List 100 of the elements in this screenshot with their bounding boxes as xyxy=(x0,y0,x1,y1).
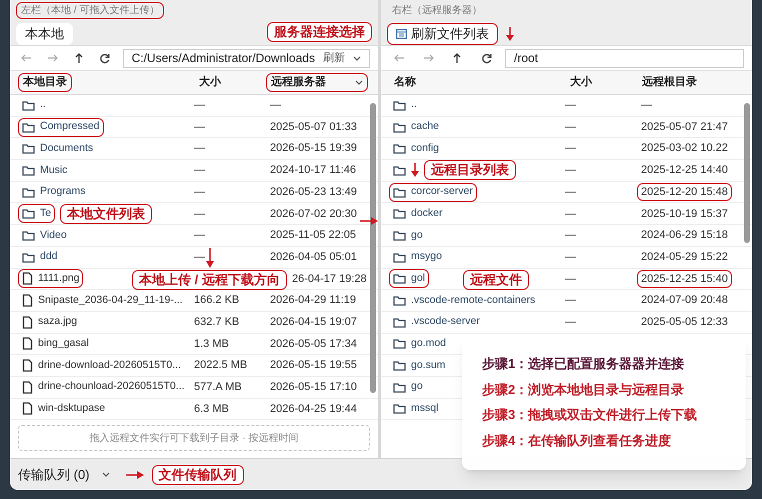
path-field[interactable]: /root xyxy=(505,48,744,68)
pane-caption: 左栏（本地 / 可拖入文件上传） xyxy=(16,2,164,18)
file-name: corcor-server xyxy=(411,184,473,200)
file-name: Programs xyxy=(40,184,86,200)
file-name: saza.jpg xyxy=(38,314,78,330)
file-size: — xyxy=(565,250,576,265)
file-size: — xyxy=(565,163,576,178)
folder-icon xyxy=(393,382,406,393)
file-row[interactable]: 1111.png 本地上传 / 远程下载方向 26-04-17 19:28 xyxy=(10,268,378,290)
file-date: 2025-12-25 15:40 xyxy=(637,270,732,288)
file-row[interactable]: msygo — 2024-05-29 15:22 xyxy=(381,246,752,268)
file-icon xyxy=(22,380,33,394)
file-date: 2024-10-17 11:46 xyxy=(269,163,358,178)
callout-label: 本地文件列表 xyxy=(60,204,152,224)
file-date: 2025-10-19 15:37 xyxy=(640,206,729,222)
chevron-down-icon xyxy=(352,56,361,60)
file-size: — xyxy=(565,272,576,287)
file-name: win-dsktupase xyxy=(38,401,106,416)
file-icon xyxy=(22,337,33,350)
folder-icon xyxy=(393,403,406,414)
file-date: — xyxy=(640,98,653,114)
file-name: Snipaste_2036-04-29_11-19-... xyxy=(38,292,183,308)
file-row[interactable]: Te 本地文件列表 — 2026-07-02 20:30 xyxy=(10,203,378,226)
column-header[interactable]: 远程服务器 xyxy=(266,73,368,92)
file-date: 2026-05-05 17:34 xyxy=(269,336,358,352)
file-date: 2026-07-02 20:30 xyxy=(269,206,358,222)
file-size: 577.A MB xyxy=(194,380,242,396)
chevron-down-icon xyxy=(102,472,110,477)
file-icon xyxy=(22,316,33,329)
column-header[interactable]: 远程根目录 xyxy=(637,73,702,92)
folder-icon xyxy=(393,208,406,220)
file-size: — xyxy=(194,141,205,156)
file-date: 2024-06-29 15:18 xyxy=(640,228,729,244)
file-name: Te xyxy=(40,206,52,221)
file-size: — xyxy=(565,184,576,200)
folder-icon xyxy=(22,186,35,198)
tab[interactable]: 刷新文件列表 xyxy=(387,23,498,45)
file-size: — xyxy=(565,120,576,135)
column-header[interactable]: 本地目录 xyxy=(18,73,72,92)
file-size: — xyxy=(194,98,205,114)
drop-zone[interactable]: 拖入远程文件实行可下载到子目录 · 按远程时间 xyxy=(18,425,370,452)
folder-icon xyxy=(393,295,406,306)
file-date: 2026-05-23 13:49 xyxy=(269,184,358,200)
file-name: cache xyxy=(411,119,440,134)
file-date: — xyxy=(269,98,282,114)
file-name: go xyxy=(411,228,423,243)
folder-icon xyxy=(22,252,35,263)
file-date: 2025-11-05 22:05 xyxy=(269,228,358,244)
file-size: — xyxy=(194,163,205,178)
file-date: 2025-12-20 15:48 xyxy=(637,182,732,202)
file-size: 6.3 MB xyxy=(194,402,229,417)
file-size: — xyxy=(565,141,576,156)
callout-label: 远程文件 xyxy=(463,270,529,290)
file-name: drine-download-20260515T0... xyxy=(38,358,182,373)
step-text: 步骤3：拖拽或双击文件进行上传下载 xyxy=(482,406,698,424)
file-date: 2025-12-25 14:40 xyxy=(640,163,729,178)
file-size: 1.3 MB xyxy=(194,336,229,352)
column-header[interactable]: 大小 xyxy=(194,73,226,92)
file-size: — xyxy=(194,184,205,200)
transfer-queue-toggle[interactable]: 传输队列 (0) xyxy=(18,464,110,484)
folder-icon xyxy=(393,186,406,198)
file-size: — xyxy=(565,228,576,244)
file-name: msygo xyxy=(411,249,442,264)
folder-icon xyxy=(393,316,406,328)
file-row[interactable]: .vscode-remote-containers — 2024-07-09 20:48 xyxy=(381,290,752,312)
file-name: ddd xyxy=(40,249,58,264)
column-header[interactable]: 大小 xyxy=(565,73,597,92)
file-size: — xyxy=(194,120,205,135)
file-date: 2024-05-29 15:22 xyxy=(640,250,729,265)
file-icon xyxy=(22,272,33,286)
file-size: — xyxy=(194,206,205,222)
file-date: 2026-05-15 17:10 xyxy=(269,380,358,396)
tab[interactable]: 本本地 xyxy=(16,23,73,45)
step-text: 步骤2：浏览本地地目录与远程目录 xyxy=(482,380,686,398)
file-row[interactable]: gol 远程文件 — 2025-12-25 15:40 xyxy=(381,268,752,290)
column-header[interactable]: 名称 xyxy=(389,73,421,92)
file-row[interactable]: win-dsktupase 6.3 MB 2026-04-25 19:44 xyxy=(10,398,378,420)
file-date: 2025-05-07 21:47 xyxy=(640,120,729,135)
folder-icon xyxy=(22,100,35,111)
file-date: 2026-04-15 19:07 xyxy=(269,314,358,330)
file-size: — xyxy=(194,250,205,265)
file-name: go xyxy=(411,379,423,394)
file-name: mssql xyxy=(411,401,438,416)
file-name: bing_gasal xyxy=(38,336,89,352)
folder-icon xyxy=(393,273,406,284)
file-size: 632.7 KB xyxy=(194,314,240,330)
file-size: — xyxy=(194,228,205,244)
file-size: 166.2 KB xyxy=(194,293,240,308)
folder-icon xyxy=(393,143,406,154)
folder-icon xyxy=(393,338,406,350)
file-name: go.sum xyxy=(411,358,446,373)
file-row[interactable]: 远程目录列表 — 2025-12-25 14:40 xyxy=(381,160,752,182)
file-size: — xyxy=(565,206,576,222)
folder-icon xyxy=(393,100,406,111)
path-field[interactable]: C:/Users/Administrator/Downloads 刷新 xyxy=(122,48,370,68)
file-date: 2025-05-05 12:33 xyxy=(640,314,729,330)
file-date: 2026-04-25 19:44 xyxy=(269,402,358,417)
file-name: .vscode-remote-containers xyxy=(411,292,536,308)
file-icon xyxy=(22,359,33,372)
callout-label: 本地上传 / 远程下载方向 xyxy=(132,270,287,290)
